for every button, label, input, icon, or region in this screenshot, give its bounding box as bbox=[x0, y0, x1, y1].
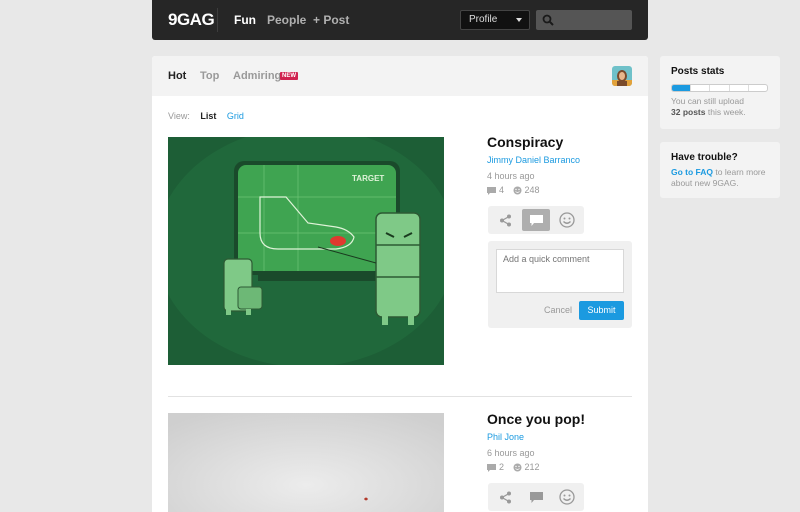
post-author[interactable]: Phil Jone bbox=[487, 432, 524, 442]
top-bar: 9GAG Fun People + Post Profile bbox=[152, 0, 648, 40]
section-tabs: Hot Top Admiring NEW bbox=[152, 56, 648, 96]
post-illustration bbox=[168, 413, 444, 512]
post-actions bbox=[488, 483, 584, 511]
trouble-card: Have trouble? Go to FAQ to learn more ab… bbox=[660, 142, 780, 198]
post-actions bbox=[488, 206, 584, 234]
comment-icon bbox=[487, 463, 496, 472]
search-input[interactable] bbox=[536, 10, 632, 30]
progress-fill bbox=[672, 85, 692, 91]
posts-stats-text: You can still upload 32 posts this week. bbox=[671, 96, 746, 118]
chevron-down-icon bbox=[516, 18, 522, 22]
profile-label: Profile bbox=[469, 14, 498, 25]
comment-count: 2 bbox=[499, 462, 505, 472]
post-title[interactable]: Conspiracy bbox=[487, 134, 563, 150]
view-grid-option[interactable]: Grid bbox=[227, 111, 244, 121]
share-button[interactable] bbox=[491, 486, 519, 508]
view-label: View: bbox=[168, 111, 190, 121]
image-caption: TARGET bbox=[352, 174, 384, 183]
post-illustration: TARGET bbox=[156, 127, 456, 367]
post-title[interactable]: Once you pop! bbox=[487, 411, 585, 427]
nav-post[interactable]: + Post bbox=[313, 13, 349, 27]
nav-fun[interactable]: Fun bbox=[234, 13, 256, 27]
trouble-title: Have trouble? bbox=[671, 152, 738, 163]
logo[interactable]: 9GAG bbox=[168, 10, 215, 30]
quick-comment-input[interactable] bbox=[496, 249, 624, 293]
smiley-icon bbox=[513, 463, 522, 472]
faq-link[interactable]: Go to FAQ bbox=[671, 167, 713, 177]
post-image[interactable]: TARGET bbox=[156, 127, 456, 367]
smile-button[interactable] bbox=[553, 486, 581, 508]
comment-count: 4 bbox=[499, 185, 505, 195]
share-button[interactable] bbox=[491, 209, 519, 231]
comment-button[interactable] bbox=[522, 486, 550, 508]
like-count: 248 bbox=[524, 185, 540, 195]
view-switcher: View: List Grid bbox=[168, 111, 252, 121]
comment-button[interactable] bbox=[522, 209, 550, 231]
upload-progress-bar bbox=[671, 84, 768, 92]
stats-text-suffix: this week. bbox=[707, 107, 746, 117]
new-badge: NEW bbox=[280, 72, 298, 80]
comment-icon bbox=[487, 186, 496, 195]
profile-dropdown[interactable]: Profile bbox=[460, 10, 530, 30]
tab-hot[interactable]: Hot bbox=[168, 70, 186, 82]
tab-admiring[interactable]: Admiring bbox=[233, 70, 281, 82]
post-time: 4 hours ago bbox=[487, 171, 535, 181]
smiley-icon bbox=[559, 489, 575, 505]
posts-stats-title: Posts stats bbox=[671, 66, 725, 77]
smiley-icon bbox=[513, 186, 522, 195]
post-meta: 2 212 bbox=[487, 462, 546, 472]
post-meta: 4 248 bbox=[487, 185, 546, 195]
main-panel: Hot Top Admiring NEW View: List Grid TAR… bbox=[152, 56, 648, 512]
nav-people[interactable]: People bbox=[267, 13, 306, 27]
smiley-icon bbox=[559, 212, 575, 228]
post-image[interactable] bbox=[168, 413, 444, 512]
comment-icon bbox=[529, 491, 543, 503]
post-time: 6 hours ago bbox=[487, 448, 535, 458]
header-divider bbox=[217, 8, 218, 32]
view-list-option[interactable]: List bbox=[200, 111, 216, 121]
cancel-button[interactable]: Cancel bbox=[544, 305, 572, 315]
comment-icon bbox=[529, 214, 543, 226]
smile-button[interactable] bbox=[553, 209, 581, 231]
search-icon bbox=[542, 14, 554, 26]
stats-count: 32 posts bbox=[671, 107, 706, 117]
post-author[interactable]: Jimmy Daniel Barranco bbox=[487, 155, 580, 165]
share-icon bbox=[499, 214, 511, 226]
avatar-image bbox=[612, 66, 632, 86]
like-count: 212 bbox=[524, 462, 540, 472]
tab-top[interactable]: Top bbox=[200, 70, 219, 82]
trouble-text: Go to FAQ to learn more about new 9GAG. bbox=[671, 167, 775, 189]
post-divider bbox=[168, 396, 632, 397]
submit-button[interactable]: Submit bbox=[579, 301, 624, 320]
posts-stats-card: Posts stats You can still upload 32 post… bbox=[660, 56, 780, 129]
share-icon bbox=[499, 491, 511, 503]
quick-comment-box: Cancel Submit bbox=[488, 241, 632, 328]
avatar[interactable] bbox=[612, 66, 632, 86]
stats-text-prefix: You can still upload bbox=[671, 96, 744, 106]
